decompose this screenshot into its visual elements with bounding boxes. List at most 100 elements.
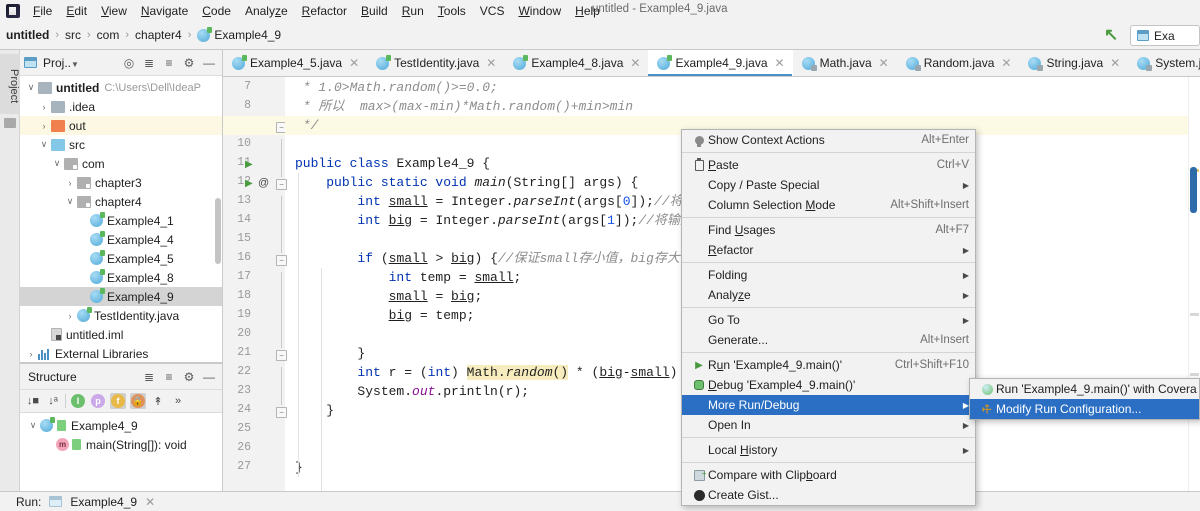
sort-alphabetically-icon[interactable]: ↓ᵃ <box>45 393 61 409</box>
hide-panel-icon[interactable]: — <box>200 368 218 386</box>
close-tab-icon[interactable]: ✕ <box>486 56 496 70</box>
expand-all-icon[interactable]: ≣ <box>140 368 158 386</box>
run-method-gutter-icon[interactable]: ▶ <box>245 178 253 189</box>
menu-edit[interactable]: Edit <box>59 2 94 20</box>
breadcrumb-src[interactable]: src <box>65 28 81 42</box>
structure-item-example4-9[interactable]: ∨ Example4_9 <box>20 416 222 435</box>
breadcrumb-com[interactable]: com <box>97 28 120 42</box>
collapsed-chevron-icon[interactable]: › <box>63 311 77 321</box>
context-menu-item-analyze[interactable]: Analyze ▶ <box>682 285 975 305</box>
editor-tab-example4-5-java[interactable]: Example4_5.java ✕ <box>223 50 367 76</box>
run-configuration-selector[interactable]: Exa <box>1130 25 1200 46</box>
context-menu-item-show-context-actions[interactable]: Show Context Actions Alt+Enter <box>682 130 975 150</box>
settings-gear-icon[interactable]: ⚙ <box>180 368 198 386</box>
show-properties-icon[interactable]: p <box>90 393 106 409</box>
menu-code[interactable]: Code <box>195 2 238 20</box>
expand-all-icon[interactable]: ≣ <box>140 54 158 72</box>
close-tab-icon[interactable]: ✕ <box>879 56 889 70</box>
menu-tools[interactable]: Tools <box>431 2 473 20</box>
context-menu-item-create-gist[interactable]: Create Gist... <box>682 485 975 505</box>
close-run-tab-icon[interactable]: ✕ <box>145 495 155 509</box>
context-menu-item-copy-paste-special[interactable]: Copy / Paste Special ▶ <box>682 175 975 195</box>
tree-item-src[interactable]: ∨ src <box>20 135 222 154</box>
menu-window[interactable]: Window <box>511 2 568 20</box>
tree-item-example4-5[interactable]: Example4_5 <box>20 249 222 268</box>
editor-tab-random-java[interactable]: Random.java ✕ <box>897 50 1020 76</box>
close-tab-icon[interactable]: ✕ <box>349 56 359 70</box>
context-menu-item-column-selection-mode[interactable]: Column Selection Mode Alt+Shift+Insert <box>682 195 975 215</box>
context-menu-item-go-to[interactable]: Go To ▶ <box>682 310 975 330</box>
show-non-public-icon[interactable]: 🔒 <box>130 393 146 409</box>
tree-item-testidentity-java[interactable]: › TestIdentity.java <box>20 306 222 325</box>
breadcrumb-example4_9[interactable]: Example4_9 <box>197 26 281 42</box>
menu-refactor[interactable]: Refactor <box>295 2 354 20</box>
breadcrumb-untitled[interactable]: untitled <box>6 28 49 42</box>
context-menu-item-generate[interactable]: Generate... Alt+Insert <box>682 330 975 350</box>
editor-tab-example4-8-java[interactable]: Example4_8.java ✕ <box>504 50 648 76</box>
tree-item-example4-8[interactable]: Example4_8 <box>20 268 222 287</box>
project-panel-title[interactable]: Proj..▼ <box>43 56 79 70</box>
tree-item-untitled[interactable]: ∨ untitled C:\Users\Dell\IdeaP <box>20 78 222 97</box>
editor-tab-string-java[interactable]: String.java ✕ <box>1019 50 1128 76</box>
editor-tab-testidentity-java[interactable]: TestIdentity.java ✕ <box>367 50 504 76</box>
expanded-chevron-icon[interactable]: ∨ <box>50 158 64 169</box>
tree-item-untitled-iml[interactable]: untitled.iml <box>20 325 222 344</box>
context-menu-item-folding[interactable]: Folding ▶ <box>682 265 975 285</box>
close-tab-icon[interactable]: ✕ <box>1001 56 1011 70</box>
context-menu-item-more-run-debug[interactable]: More Run/Debug ▶ <box>682 395 975 415</box>
editor-tab-example4-9-java[interactable]: Example4_9.java ✕ <box>648 50 793 76</box>
collapsed-chevron-icon[interactable]: › <box>37 121 51 131</box>
editor-tab-math-java[interactable]: Math.java ✕ <box>793 50 897 76</box>
close-tab-icon[interactable]: ✕ <box>630 56 640 70</box>
tree-item-example4-4[interactable]: Example4_4 <box>20 230 222 249</box>
close-tab-icon[interactable]: ✕ <box>775 56 785 70</box>
menu-view[interactable]: View <box>94 2 134 20</box>
menu-analyze[interactable]: Analyze <box>238 2 295 20</box>
menu-navigate[interactable]: Navigate <box>134 2 195 20</box>
more-options-icon[interactable]: » <box>170 393 186 409</box>
tree-item--idea[interactable]: › .idea <box>20 97 222 116</box>
context-menu-item-paste[interactable]: Paste Ctrl+V <box>682 155 975 175</box>
breadcrumb-chapter4[interactable]: chapter4 <box>135 28 182 42</box>
override-marker-icon[interactable]: @ <box>258 177 269 189</box>
submenu-item-run-example4-9-main-with-covera[interactable]: Run 'Example4_9.main()' with Covera <box>970 379 1199 399</box>
tree-item-external-libraries[interactable]: › External Libraries <box>20 344 222 361</box>
locate-icon[interactable]: ◎ <box>120 54 138 72</box>
structure-tool-icon[interactable] <box>4 118 16 128</box>
context-menu-item-open-in[interactable]: Open In ▶ <box>682 415 975 435</box>
sort-by-visibility-icon[interactable]: ↓■ <box>25 393 41 409</box>
context-menu-item-local-history[interactable]: Local History ▶ <box>682 440 975 460</box>
collapse-all-icon[interactable]: ≡ <box>160 54 178 72</box>
menu-build[interactable]: Build <box>354 2 395 20</box>
expanded-chevron-icon[interactable]: ∨ <box>26 420 40 431</box>
expanded-chevron-icon[interactable]: ∨ <box>24 82 38 93</box>
show-hierarchy-icon[interactable]: ↟ <box>150 393 166 409</box>
project-tree-scrollbar[interactable] <box>215 198 221 264</box>
collapsed-chevron-icon[interactable]: › <box>24 349 38 359</box>
settings-gear-icon[interactable]: ⚙ <box>180 54 198 72</box>
tree-item-chapter3[interactable]: › chapter3 <box>20 173 222 192</box>
collapse-all-icon[interactable]: ≡ <box>160 368 178 386</box>
close-tab-icon[interactable]: ✕ <box>1110 56 1120 70</box>
context-menu-item-debug-example4-9-main[interactable]: Debug 'Example4_9.main()' <box>682 375 975 395</box>
info-marker[interactable] <box>1190 313 1199 316</box>
tree-item-example4-1[interactable]: Example4_1 <box>20 211 222 230</box>
collapsed-chevron-icon[interactable]: › <box>63 178 77 188</box>
show-inherited-icon[interactable]: I <box>70 393 86 409</box>
show-fields-icon[interactable]: f <box>110 393 126 409</box>
expanded-chevron-icon[interactable]: ∨ <box>37 139 51 150</box>
structure-item-main-string-----void[interactable]: m main(String[]): void <box>20 435 222 454</box>
menu-file[interactable]: File <box>26 2 59 20</box>
tool-tab-project[interactable]: Project <box>0 54 20 114</box>
hide-panel-icon[interactable]: — <box>200 54 218 72</box>
tree-item-chapter4[interactable]: ∨ chapter4 <box>20 192 222 211</box>
tree-item-out[interactable]: › out <box>20 116 222 135</box>
context-menu-item-refactor[interactable]: Refactor ▶ <box>682 240 975 260</box>
menu-run[interactable]: Run <box>395 2 431 20</box>
tree-item-com[interactable]: ∨ com <box>20 154 222 173</box>
run-class-gutter-icon[interactable]: ▶ <box>245 159 253 170</box>
context-menu-item-run-example4-9-main[interactable]: ▶ Run 'Example4_9.main()' Ctrl+Shift+F10 <box>682 355 975 375</box>
info-marker[interactable] <box>1190 373 1199 376</box>
context-menu-item-find-usages[interactable]: Find Usages Alt+F7 <box>682 220 975 240</box>
menu-vcs[interactable]: VCS <box>473 2 512 20</box>
